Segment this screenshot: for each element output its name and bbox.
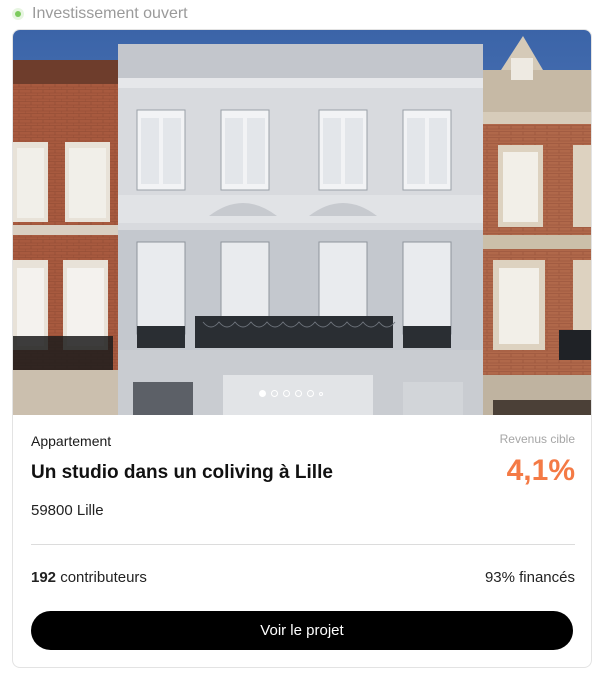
listing-title: Un studio dans un coliving à Lille [31, 462, 333, 483]
carousel-dot[interactable] [307, 390, 314, 397]
building-illustration [13, 30, 591, 415]
status-indicator: Investissement ouvert [12, 4, 188, 24]
contributors-label: contributeurs [56, 569, 147, 586]
status-dot-icon [12, 8, 24, 20]
funded-percentage: 93% financés [484, 569, 575, 586]
listing-location: 59800 Lille [31, 502, 104, 519]
contributors-number: 192 [31, 569, 57, 586]
listing-photo[interactable] [13, 30, 591, 415]
view-project-button[interactable]: Voir le projet [31, 611, 573, 650]
property-type: Appartement [31, 433, 112, 449]
carousel-indicator[interactable] [259, 390, 323, 397]
carousel-dot[interactable] [319, 391, 323, 396]
carousel-dot[interactable] [283, 390, 290, 397]
listing-card[interactable]: Appartement Revenus cible Un studio dans… [12, 29, 592, 668]
carousel-dot[interactable] [259, 390, 266, 397]
target-revenue-label: Revenus cible [499, 432, 575, 446]
status-label: Investissement ouvert [32, 5, 188, 22]
target-revenue-rate: 4,1% [506, 454, 575, 487]
contributors-count: 192 contributeurs [31, 569, 147, 586]
carousel-dot[interactable] [271, 390, 278, 397]
divider [31, 544, 575, 545]
carousel-dot[interactable] [295, 390, 302, 397]
